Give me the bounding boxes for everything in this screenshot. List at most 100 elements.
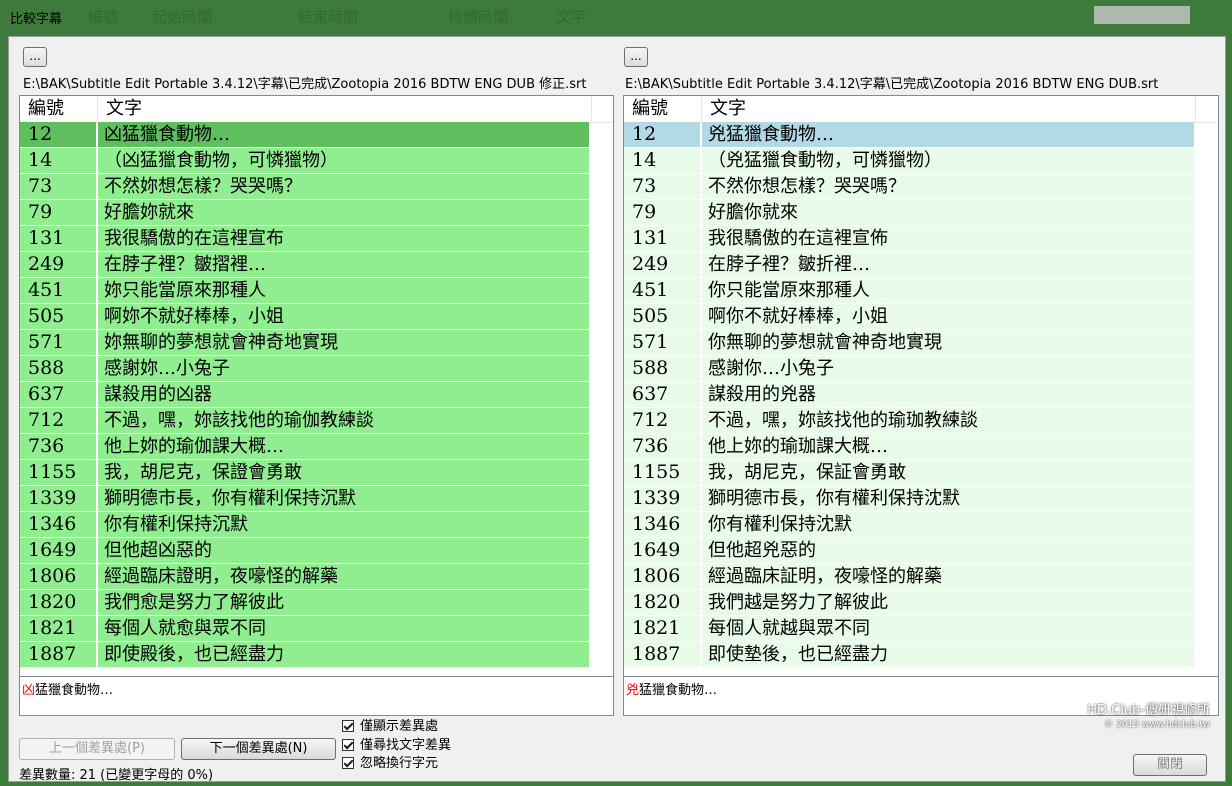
table-row[interactable]: 1155 我，胡尼克，保証會勇敢 xyxy=(624,460,1218,486)
table-row[interactable]: 1820 我們越是努力了解彼此 xyxy=(624,590,1218,616)
table-row[interactable]: 1821 每個人就越與眾不同 xyxy=(624,616,1218,642)
row-text: 即使墊後，也已經盡力 xyxy=(702,642,1194,667)
row-text: 我很驕傲的在這裡宣布 xyxy=(98,226,589,251)
table-row[interactable]: 1887 即使殿後，也已經盡力 xyxy=(20,642,613,668)
row-number: 1821 xyxy=(20,616,96,641)
table-row[interactable]: 1649 但他超兇惡的 xyxy=(624,538,1218,564)
right-subtitle-list[interactable]: 編號 文字 12 兇猛獵食動物… 14 （兇猛獵食動物，可憐獵物） 73 不然你想怎樣？哭… xyxy=(623,95,1219,677)
table-row[interactable]: 505 啊妳不就好棒棒，小姐 xyxy=(20,304,613,330)
table-row[interactable]: 14 （凶猛獵食動物，可憐獵物） xyxy=(20,148,613,174)
right-col-number[interactable]: 編號 xyxy=(624,96,702,122)
row-number: 249 xyxy=(624,252,700,277)
table-row[interactable]: 1339 獅明德市長，你有權利保持沈默 xyxy=(624,486,1218,512)
bg-header-text: 文字 xyxy=(556,8,587,26)
checkbox-checked-icon[interactable] xyxy=(342,739,354,751)
row-text: 在脖子裡？皺摺裡… xyxy=(98,252,589,277)
table-row[interactable]: 1806 經過臨床証明，夜嚎怪的解藥 xyxy=(624,564,1218,590)
table-row[interactable]: 505 啊你不就好棒棒，小姐 xyxy=(624,304,1218,330)
table-row[interactable]: 12 凶猛獵食動物… xyxy=(20,122,613,148)
row-number: 1155 xyxy=(624,460,700,485)
row-text: 謀殺用的凶器 xyxy=(98,382,589,407)
ignore-linebreaks-checkbox[interactable]: 忽略換行字元 xyxy=(342,756,438,772)
table-row[interactable]: 451 你只能當原來那種人 xyxy=(624,278,1218,304)
table-row[interactable]: 637 謀殺用的凶器 xyxy=(20,382,613,408)
row-number: 1339 xyxy=(20,486,96,511)
table-row[interactable]: 712 不過，嘿，妳該找他的瑜伽教練談 xyxy=(20,408,613,434)
row-text: 妳無聊的夢想就會神奇地實現 xyxy=(98,330,589,355)
watermark: HD.Club-傳研視修所 © 2015 www.hdclub.tw xyxy=(1087,704,1210,732)
row-number: 14 xyxy=(624,148,700,173)
title-bar: 編號 起始時間 結束時間 持續時間 文字 比較字幕 xyxy=(0,0,1232,34)
table-row[interactable]: 451 妳只能當原來那種人 xyxy=(20,278,613,304)
window-controls-blurred[interactable] xyxy=(1094,6,1190,24)
table-row[interactable]: 12 兇猛獵食動物… xyxy=(624,122,1218,148)
left-col-text[interactable]: 文字 xyxy=(98,96,592,122)
left-col-number[interactable]: 編號 xyxy=(20,96,98,122)
row-text: 你有權利保持沈默 xyxy=(702,512,1194,537)
table-row[interactable]: 736 他上妳的瑜珈課大概… xyxy=(624,434,1218,460)
table-row[interactable]: 79 好膽你就來 xyxy=(624,200,1218,226)
row-number: 1339 xyxy=(624,486,700,511)
ignore-linebreaks-label: 忽略換行字元 xyxy=(360,756,439,771)
table-row[interactable]: 79 好膽妳就來 xyxy=(20,200,613,226)
row-text: 每個人就越與眾不同 xyxy=(702,616,1194,641)
row-number: 1155 xyxy=(20,460,96,485)
table-row[interactable]: 1649 但他超凶惡的 xyxy=(20,538,613,564)
checkbox-checked-icon[interactable] xyxy=(342,720,354,732)
right-browse-button[interactable]: ... xyxy=(624,47,648,67)
row-number: 249 xyxy=(20,252,96,277)
row-text: 感謝妳…小兔子 xyxy=(98,356,589,381)
table-row[interactable]: 712 不過，嘿，妳該找他的瑜珈教練談 xyxy=(624,408,1218,434)
table-row[interactable]: 1821 每個人就愈與眾不同 xyxy=(20,616,613,642)
bg-header-num: 編號 xyxy=(88,8,119,26)
right-col-text[interactable]: 文字 xyxy=(702,96,1196,122)
table-row[interactable]: 736 他上妳的瑜伽課大概… xyxy=(20,434,613,460)
checkbox-checked-icon[interactable] xyxy=(342,757,354,769)
row-text: 凶猛獵食動物… xyxy=(98,122,589,147)
row-number: 131 xyxy=(624,226,700,251)
table-row[interactable]: 1346 你有權利保持沉默 xyxy=(20,512,613,538)
row-text: 不過，嘿，妳該找他的瑜伽教練談 xyxy=(98,408,589,433)
row-text: 每個人就愈與眾不同 xyxy=(98,616,589,641)
compare-dialog: ... E:\BAK\Subtitle Edit Portable 3.4.12… xyxy=(8,36,1226,783)
table-row[interactable]: 571 妳無聊的夢想就會神奇地實現 xyxy=(20,330,613,356)
row-text: 在脖子裡？皺折裡… xyxy=(702,252,1194,277)
left-browse-button[interactable]: ... xyxy=(23,47,47,67)
table-row[interactable]: 249 在脖子裡？皺折裡… xyxy=(624,252,1218,278)
table-row[interactable]: 1806 經過臨床證明，夜嚎怪的解藥 xyxy=(20,564,613,590)
row-number: 588 xyxy=(20,356,96,381)
table-row[interactable]: 131 我很驕傲的在這裡宣佈 xyxy=(624,226,1218,252)
row-number: 1806 xyxy=(20,564,96,589)
previous-difference-button[interactable]: 上一個差異處(P) xyxy=(19,738,175,760)
left-detail-text: 猛獵食動物… xyxy=(35,683,114,698)
table-row[interactable]: 637 謀殺用的兇器 xyxy=(624,382,1218,408)
table-row[interactable]: 588 感謝你…小兔子 xyxy=(624,356,1218,382)
row-number: 1649 xyxy=(20,538,96,563)
table-row[interactable]: 1155 我，胡尼克，保證會勇敢 xyxy=(20,460,613,486)
table-row[interactable]: 249 在脖子裡？皺摺裡… xyxy=(20,252,613,278)
next-difference-button[interactable]: 下一個差異處(N) xyxy=(181,738,336,760)
only-show-diffs-checkbox[interactable]: 僅顯示差異處 xyxy=(342,719,438,735)
table-row[interactable]: 73 不然你想怎樣？哭哭嗎？ xyxy=(624,174,1218,200)
table-row[interactable]: 571 你無聊的夢想就會神奇地實現 xyxy=(624,330,1218,356)
row-text: 經過臨床證明，夜嚎怪的解藥 xyxy=(98,564,589,589)
close-button[interactable]: 關閉 xyxy=(1133,754,1207,776)
table-row[interactable]: 1887 即使墊後，也已經盡力 xyxy=(624,642,1218,668)
left-subtitle-list[interactable]: 編號 文字 12 凶猛獵食動物… 14 （凶猛獵食動物，可憐獵物） 73 不然妳想怎樣？哭… xyxy=(19,95,614,677)
row-text: 不然妳想怎樣？哭哭嗎？ xyxy=(98,174,589,199)
table-row[interactable]: 131 我很驕傲的在這裡宣布 xyxy=(20,226,613,252)
row-number: 79 xyxy=(20,200,96,225)
row-text: 好膽妳就來 xyxy=(98,200,589,225)
only-text-diffs-checkbox[interactable]: 僅尋找文字差異 xyxy=(342,738,451,754)
table-row[interactable]: 1339 獅明德市長，你有權利保持沉默 xyxy=(20,486,613,512)
table-row[interactable]: 1346 你有權利保持沈默 xyxy=(624,512,1218,538)
table-row[interactable]: 73 不然妳想怎樣？哭哭嗎？ xyxy=(20,174,613,200)
left-detail-box[interactable]: 凶猛獵食動物… xyxy=(19,676,614,716)
row-text: 不過，嘿，妳該找他的瑜珈教練談 xyxy=(702,408,1194,433)
row-number: 637 xyxy=(20,382,96,407)
table-row[interactable]: 14 （兇猛獵食動物，可憐獵物） xyxy=(624,148,1218,174)
table-row[interactable]: 1820 我們愈是努力了解彼此 xyxy=(20,590,613,616)
row-number: 79 xyxy=(624,200,700,225)
row-number: 1820 xyxy=(20,590,96,615)
table-row[interactable]: 588 感謝妳…小兔子 xyxy=(20,356,613,382)
